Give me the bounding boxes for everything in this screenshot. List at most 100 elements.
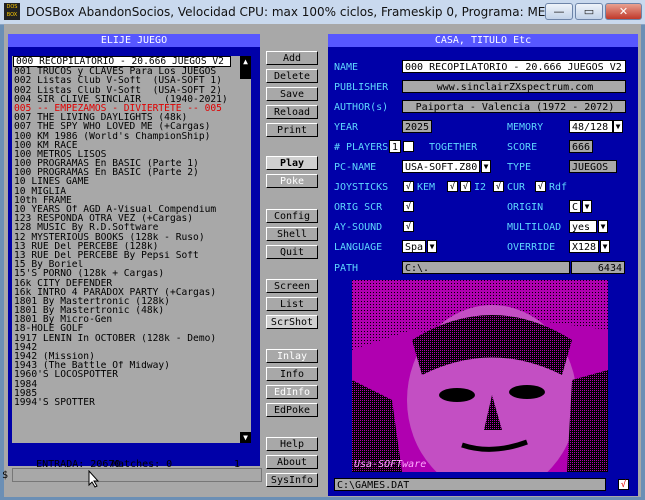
screen-button[interactable]: Screen	[266, 279, 318, 293]
together-checkbox[interactable]	[403, 141, 414, 152]
type-field[interactable]: JUEGOS	[569, 160, 617, 173]
list-item[interactable]: 005 -- EMPEZAMOS - DIVIERTETE -- 005	[12, 104, 242, 113]
dat-checkbox[interactable]: √	[618, 479, 629, 490]
score-field[interactable]: 666	[569, 140, 593, 153]
list-item[interactable]: 100 KM RACE	[12, 141, 242, 150]
scroll-thumb[interactable]	[240, 67, 251, 79]
list-item[interactable]: 1801 By Mastertronic (48k)	[12, 306, 242, 315]
list-item[interactable]: 1985	[12, 389, 242, 398]
memory-dropdown-icon[interactable]: ▼	[613, 120, 623, 133]
origin-dropdown-icon[interactable]: ▼	[582, 200, 592, 213]
list-button[interactable]: List	[266, 297, 318, 311]
list-item[interactable]: 100 PROGRAMAS En BASIC (Parte 2)	[12, 168, 242, 177]
reload-button[interactable]: Reload	[266, 105, 318, 119]
window-titlebar: DOS BOX DOSBox AbandonSocios, Velocidad …	[0, 0, 645, 25]
language-field[interactable]: Spa	[402, 240, 426, 253]
language-dropdown-icon[interactable]: ▼	[427, 240, 437, 253]
list-item[interactable]: 1942	[12, 343, 242, 352]
list-item[interactable]: 10 MIGLIA	[12, 187, 242, 196]
scroll-up-arrow-icon[interactable]: ▲	[240, 56, 251, 67]
list-item[interactable]: 007 THE SPY WHO LOVED ME (+Cargas)	[12, 122, 242, 131]
list-item[interactable]: 1942 (Mission)	[12, 352, 242, 361]
i2-checkbox[interactable]: √	[460, 181, 471, 192]
list-item[interactable]: 002 Listas Club V-Soft (USA-SOFT 2)	[12, 86, 242, 95]
print-button[interactable]: Print	[266, 123, 318, 137]
play-button[interactable]: Play	[266, 156, 318, 170]
shell-button[interactable]: Shell	[266, 227, 318, 241]
list-item[interactable]: 100 METROS LISOS	[12, 150, 242, 159]
list-item[interactable]: 1994'S SPOTTER	[12, 398, 242, 407]
publisher-field[interactable]: www.sinclairZXspectrum.com	[402, 80, 626, 93]
list-item[interactable]: 13 RUE Del PERCEBE By Pepsi Soft	[12, 251, 242, 260]
list-item[interactable]: 000 RECOPILATORIO - 20.666 JUEGOS V2	[13, 56, 231, 68]
list-item[interactable]: 13 RUE Del PERCEBE (128k)	[12, 242, 242, 251]
scroll-down-arrow-icon[interactable]: ▼	[240, 432, 251, 443]
list-item[interactable]: 002 Listas Club V-Soft (USA-SOFT 1)	[12, 76, 242, 85]
game-screenshot[interactable]	[352, 280, 608, 472]
search-input[interactable]	[12, 468, 262, 482]
list-item[interactable]: 10 LINES GAME	[12, 177, 242, 186]
multiload-field[interactable]: yes	[569, 220, 597, 233]
pcname-field[interactable]: USA-SOFT.Z80	[402, 160, 480, 173]
list-item[interactable]: 15 By Boriel	[12, 260, 242, 269]
list-item[interactable]: 100 KM 1986 (World's ChampionShip)	[12, 132, 242, 141]
game-list[interactable]: 000 RECOPILATORIO - 20.666 JUEGOS V2 001 …	[12, 56, 242, 443]
year-field[interactable]: 2025	[402, 120, 432, 133]
list-item[interactable]: 123 RESPONDA OTRA VEZ (+Cargas)	[12, 214, 242, 223]
list-item[interactable]: 100 PROGRAMAS En BASIC (Parte 1)	[12, 159, 242, 168]
poke-button[interactable]: Poke	[266, 174, 318, 188]
list-item[interactable]: 007 THE LIVING DAYLIGHTS (48k)	[12, 113, 242, 122]
kem-checkbox[interactable]: √	[403, 181, 414, 192]
rdf-checkbox[interactable]: √	[535, 181, 546, 192]
save-button[interactable]: Save	[266, 87, 318, 101]
inlay-button[interactable]: Inlay	[266, 349, 318, 363]
maximize-button[interactable]: ▭	[575, 3, 603, 20]
add-button[interactable]: Add	[266, 51, 318, 65]
delete-button[interactable]: Delete	[266, 69, 318, 83]
cur-checkbox[interactable]: √	[493, 181, 504, 192]
list-item[interactable]: 12 MYSTERIOUS BOOKS (128k - Ruso)	[12, 233, 242, 242]
author-field[interactable]: Paiporta - Valencia (1972 - 2072)	[402, 100, 626, 113]
pcname-dropdown-icon[interactable]: ▼	[481, 160, 491, 173]
list-item[interactable]: 1917 LENIN In OCTOBER (128k - Demo)	[12, 334, 242, 343]
help-button[interactable]: Help	[266, 437, 318, 451]
list-item[interactable]: 1984	[12, 380, 242, 389]
list-item[interactable]: 16k INTRO 4 PARADOX PARTY (+Cargas)	[12, 288, 242, 297]
list-item[interactable]: 1943 (The Battle Of Midway)	[12, 361, 242, 370]
list-item[interactable]: 1801 By Micro-Gen	[12, 315, 242, 324]
config-button[interactable]: Config	[266, 209, 318, 223]
path-field[interactable]: C:\.	[402, 261, 570, 274]
dat-path-field[interactable]: C:\GAMES.DAT	[334, 478, 606, 491]
name-field[interactable]: 000 RECOPILATORIO - 20.666 JUEGOS V2	[402, 60, 626, 73]
origin-field[interactable]: C	[569, 200, 581, 213]
multiload-dropdown-icon[interactable]: ▼	[598, 220, 608, 233]
aysound-checkbox[interactable]: √	[403, 221, 414, 232]
list-item[interactable]: 16k CITY DEFENDER	[12, 279, 242, 288]
scrshot-button[interactable]: ScrShot	[266, 315, 318, 329]
list-item[interactable]: 15'S PORNO (128k + Cargas)	[12, 269, 242, 278]
edinfo-button[interactable]: EdInfo	[266, 385, 318, 399]
close-button[interactable]: ✕	[605, 3, 642, 20]
sysinfo-button[interactable]: SysInfo	[266, 473, 318, 487]
list-item[interactable]: 128 MUSIC By R.D.Software	[12, 223, 242, 232]
list-item[interactable]: 18-HOLE GOLF	[12, 324, 242, 333]
quit-button[interactable]: Quit	[266, 245, 318, 259]
year-label: YEAR	[334, 122, 359, 133]
players-field[interactable]: 1	[389, 140, 401, 153]
about-button[interactable]: About	[266, 455, 318, 469]
i1-checkbox[interactable]: √	[447, 181, 458, 192]
list-item[interactable]: 1801 By Mastertronic (128k)	[12, 297, 242, 306]
edpoke-button[interactable]: EdPoke	[266, 403, 318, 417]
list-item[interactable]: 10th FRAME	[12, 196, 242, 205]
minimize-button[interactable]: —	[545, 3, 573, 20]
origscr-checkbox[interactable]: √	[403, 201, 414, 212]
memory-field[interactable]: 48/128	[569, 120, 613, 133]
list-item[interactable]: 10 YEARS Of AGD A-Visual Compendium	[12, 205, 242, 214]
game-list-scrollbar[interactable]: ▲ ▼	[240, 56, 251, 443]
info-button[interactable]: Info	[266, 367, 318, 381]
override-dropdown-icon[interactable]: ▼	[600, 240, 610, 253]
list-item[interactable]: 001 TRUCOS y CLAVES Para Los JUEGOS	[12, 67, 242, 76]
list-item[interactable]: 1960'S LOCOSPOTTER	[12, 370, 242, 379]
override-field[interactable]: X128	[569, 240, 599, 253]
list-item[interactable]: 004 SIR CLIVE SINCLAIR (1940-2021)	[12, 95, 242, 104]
